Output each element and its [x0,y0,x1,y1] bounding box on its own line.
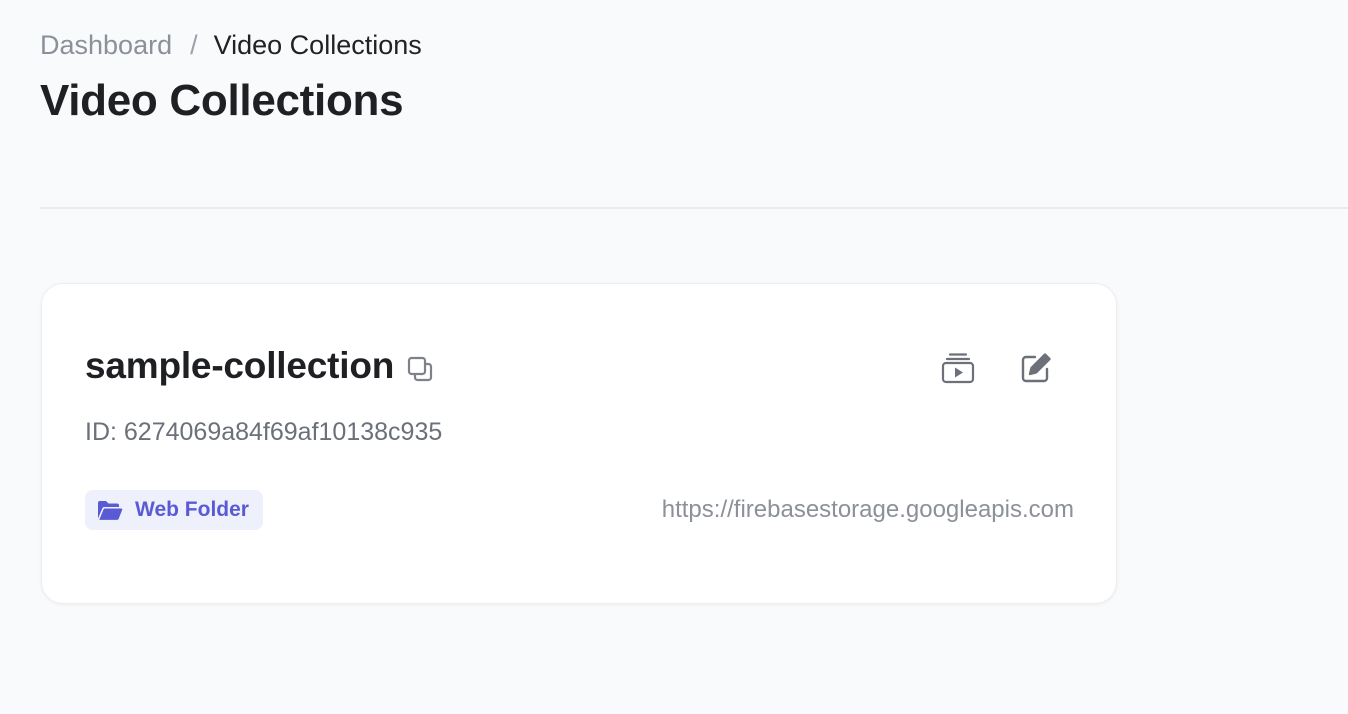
breadcrumb-dashboard-link[interactable]: Dashboard [40,28,172,62]
source-type-label: Web Folder [135,498,249,521]
breadcrumb: Dashboard / Video Collections [40,28,422,62]
view-videos-button[interactable] [940,350,976,386]
edit-icon [1020,352,1052,384]
collection-actions [940,350,1054,386]
video-library-icon [941,352,975,384]
edit-collection-button[interactable] [1018,350,1054,386]
collection-card: sample-collection ID: 6274069a84f69af101… [41,283,1117,604]
folder-open-icon [97,499,123,521]
source-type-badge: Web Folder [85,490,263,530]
breadcrumb-separator: / [190,30,198,60]
copy-icon[interactable] [406,355,434,383]
collection-url[interactable]: https://firebasestorage.googleapis.com [662,494,1074,526]
header-divider [40,207,1348,209]
breadcrumb-current: Video Collections [213,30,422,60]
collection-footer: Web Folder https://firebasestorage.googl… [85,490,1074,530]
page: Dashboard / Video Collections Video Coll… [0,0,1348,714]
collection-name: sample-collection [85,345,395,386]
page-title: Video Collections [40,76,404,125]
collection-title-row: sample-collection [85,344,434,388]
collection-id: ID: 6274069a84f69af10138c935 [85,418,443,446]
